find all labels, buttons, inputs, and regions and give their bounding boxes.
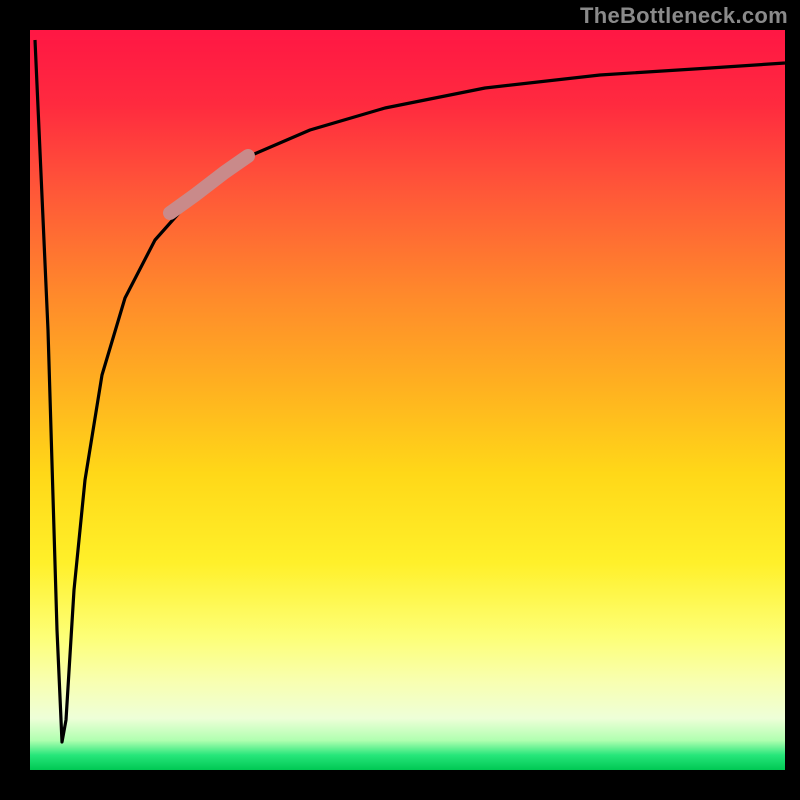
bottleneck-curve bbox=[30, 30, 785, 770]
watermark-text: TheBottleneck.com bbox=[580, 3, 788, 29]
curve-path bbox=[35, 40, 785, 742]
chart-frame: TheBottleneck.com bbox=[0, 0, 800, 800]
plot-area bbox=[30, 30, 785, 770]
